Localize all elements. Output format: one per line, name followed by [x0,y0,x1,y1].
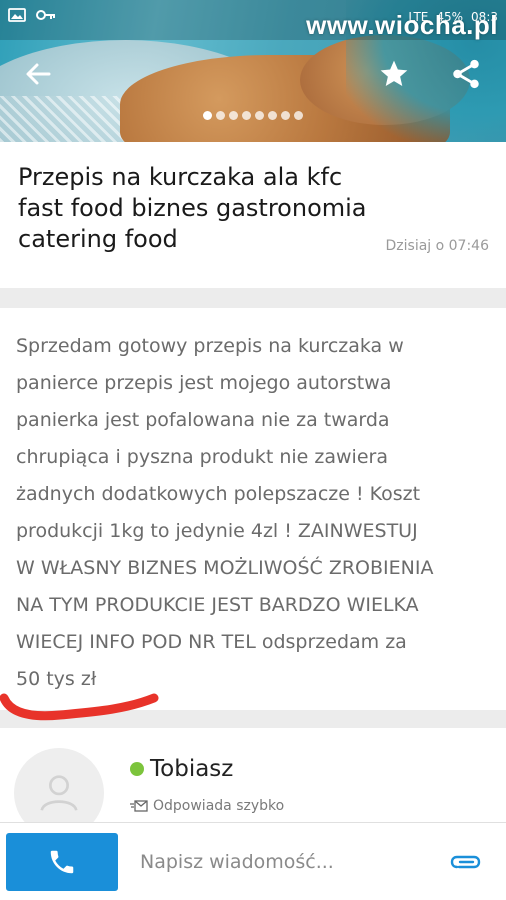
listing-date: Dzisiaj o 07:46 [385,238,489,254]
photo-notification-icon [8,8,26,26]
message-input[interactable] [140,847,430,877]
gallery-dot[interactable] [281,111,290,120]
back-arrow-icon [26,63,51,85]
seller-name-row: Tobiasz [130,756,233,782]
call-button[interactable] [6,833,118,891]
back-button[interactable] [16,52,60,96]
key-icon [36,9,56,25]
gallery-dot[interactable] [255,111,264,120]
red-underline-annotation [0,693,159,721]
share-icon [453,59,479,89]
title-card: Przepis na kurczaka ala kfc fast food bi… [0,142,506,288]
description-card: Sprzedam gotowy przepis na kurczaka w pa… [0,308,506,710]
gallery-pagination [0,111,506,120]
seller-status-text: Odpowiada szybko [153,798,285,814]
listing-page: LTE 45% 08:3 www.wiocha.pl Przepis na ku… [0,0,506,900]
gallery-dot[interactable] [229,111,238,120]
seller-response-status: Odpowiada szybko [130,798,284,814]
share-button[interactable] [444,52,488,96]
contact-bar [0,822,506,900]
gallery-dot[interactable] [216,111,225,120]
gallery-dot[interactable] [242,111,251,120]
gallery-dot[interactable] [203,111,212,120]
message-icon [130,800,148,812]
paperclip-icon [450,855,481,869]
star-icon [380,60,408,86]
user-icon [40,775,78,811]
seller-name: Tobiasz [150,756,234,782]
favorite-button[interactable] [372,52,416,96]
gallery-dot[interactable] [294,111,303,120]
listing-title: Przepis na kurczaka ala kfc fast food bi… [18,163,367,253]
listing-description: Sprzedam gotowy przepis na kurczaka w pa… [16,335,434,690]
phone-icon [50,850,74,874]
online-indicator [130,762,144,776]
attach-button[interactable] [446,847,486,877]
gallery-dot[interactable] [268,111,277,120]
watermark: www.wiocha.pl [306,10,498,40]
